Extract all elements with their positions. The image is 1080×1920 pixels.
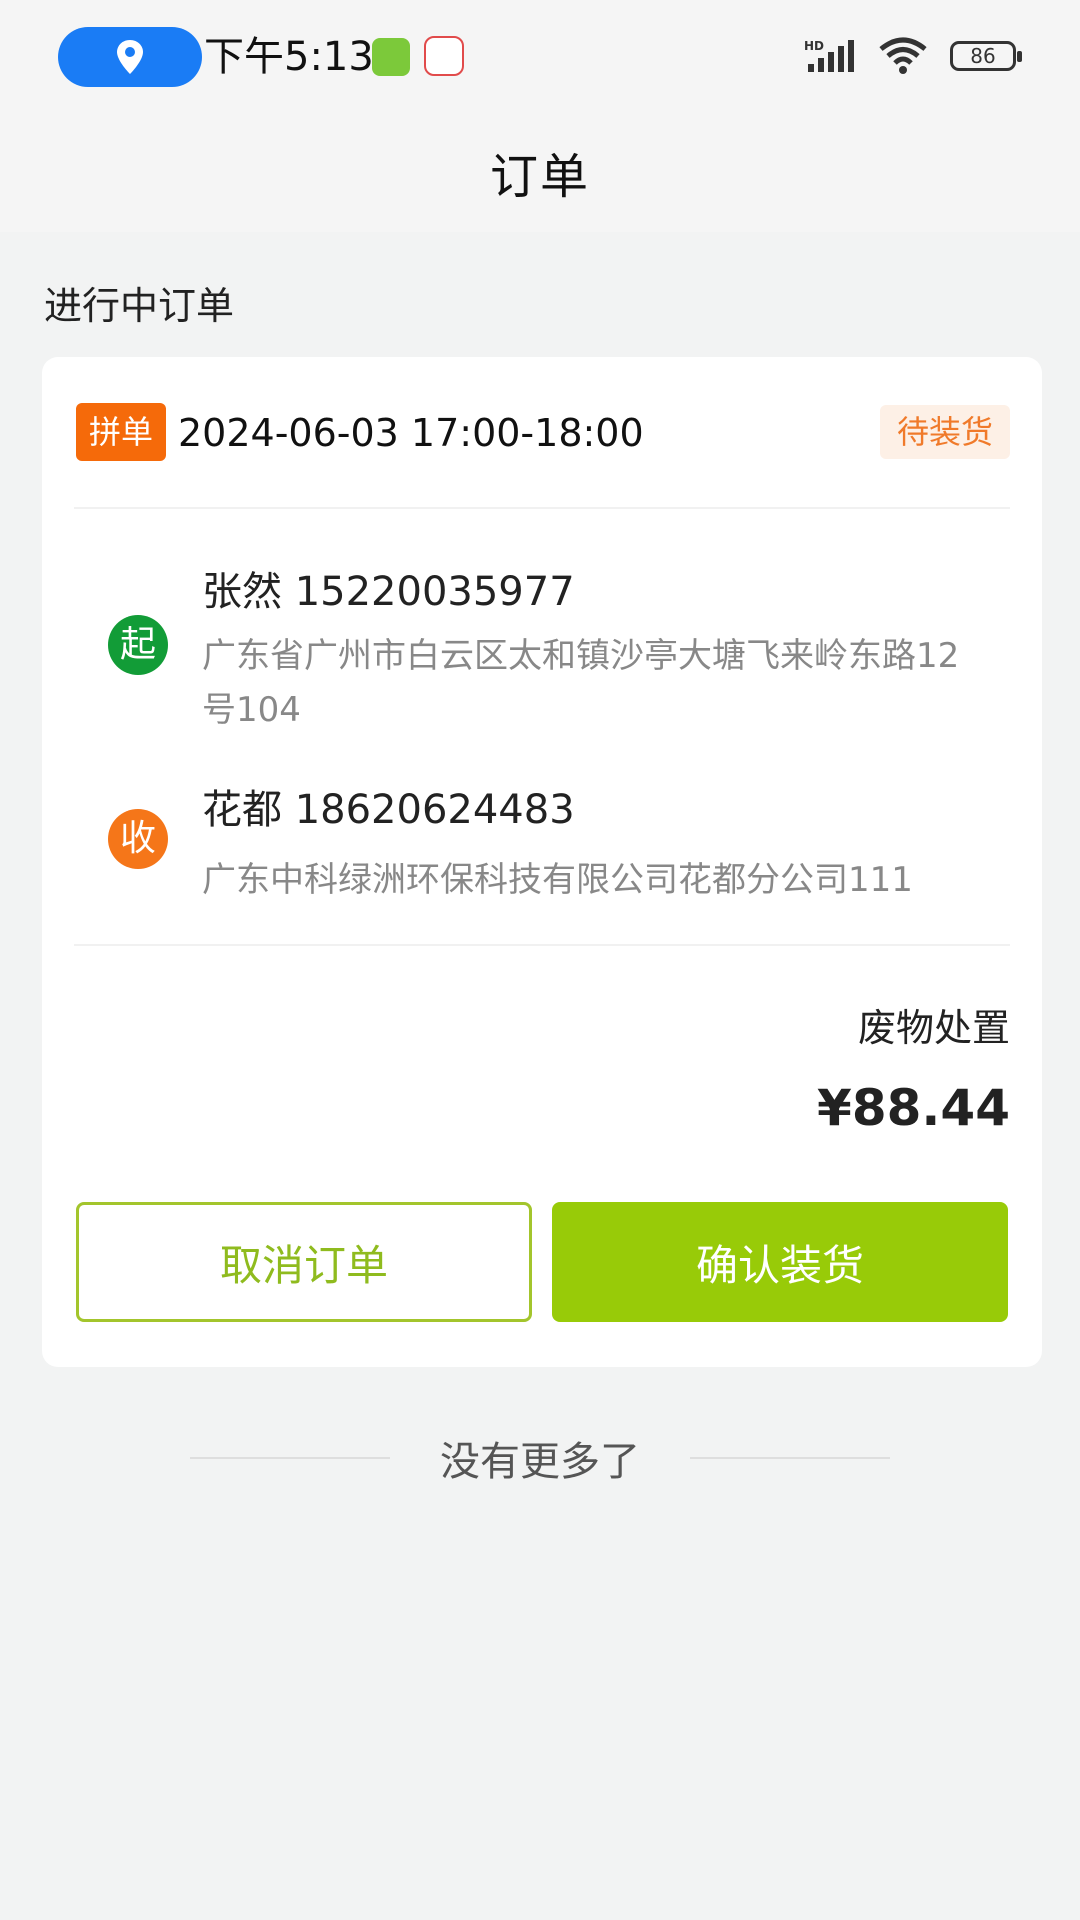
navigation-bar: 订单 <box>0 112 1080 232</box>
clock: 下午5:13 <box>204 34 374 80</box>
section-title: 进行中订单 <box>44 284 235 328</box>
no-more-text: 没有更多了 <box>440 1439 640 1485</box>
status-bar: 下午5:13 HD 86 <box>0 0 1080 112</box>
divider-left <box>190 1457 390 1459</box>
service-type: 废物处置 <box>857 1006 1010 1050</box>
sender-address: 广东省广州市白云区太和镇沙亭大塘飞来岭东路12号104 <box>202 636 960 730</box>
divider-right <box>690 1457 890 1459</box>
divider <box>74 507 1010 509</box>
receiver-address: 广东中科绿洲环保科技有限公司花都分公司111 <box>202 860 913 900</box>
order-time-slot: 2024-06-03 17:00-18:00 <box>178 411 644 455</box>
baidu-notification-icon <box>424 36 464 76</box>
svg-text:HD: HD <box>804 39 824 53</box>
signal-icon: HD <box>804 39 854 72</box>
wifi-icon <box>879 37 927 74</box>
start-marker-icon: 起 <box>108 615 168 675</box>
list-end-indicator: 没有更多了 <box>0 1430 1080 1486</box>
sender-name-phone: 张然 15220035977 <box>202 569 575 615</box>
status-badge: 待装货 <box>880 405 1010 459</box>
location-indicator[interactable] <box>58 27 202 87</box>
confirm-loading-button[interactable]: 确认装货 <box>552 1202 1008 1322</box>
order-price: ¥88.44 <box>817 1079 1010 1137</box>
system-icons: HD 86 <box>804 36 1022 76</box>
pindan-tag: 拼单 <box>76 403 166 461</box>
location-pin-icon <box>117 40 143 74</box>
cancel-order-button[interactable]: 取消订单 <box>76 1202 532 1322</box>
receiver-name-phone: 花都 18620624483 <box>202 787 575 833</box>
app-notification-icon <box>372 38 410 76</box>
receive-marker-icon: 收 <box>108 809 168 869</box>
battery-icon: 86 <box>950 41 1022 71</box>
order-card[interactable]: 拼单 2024-06-03 17:00-18:00 待装货 起 张然 15220… <box>42 357 1042 1367</box>
divider <box>74 944 1010 946</box>
page-title: 订单 <box>489 149 590 205</box>
